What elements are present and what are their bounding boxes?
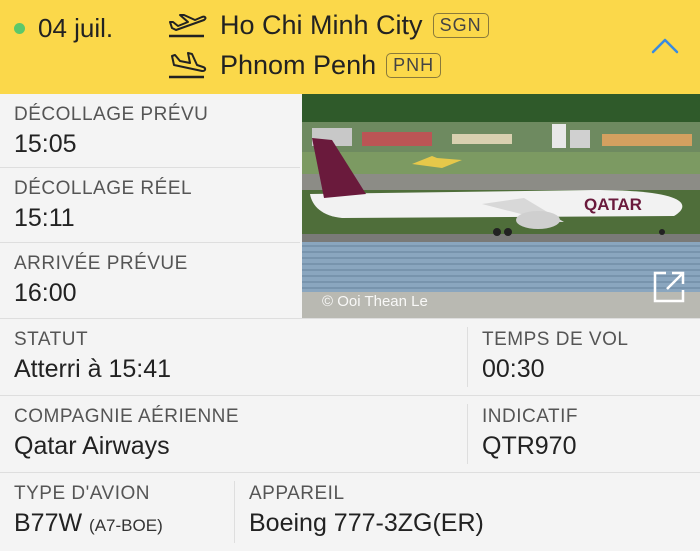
aircraft-row: TYPE D'AVION B77W (A7-BOE) APPAREIL Boei… (0, 472, 700, 551)
flight-header[interactable]: 04 juil. Ho Chi Minh City SGN Phnom Penh… (0, 0, 700, 94)
flight-time-cell: TEMPS DE VOL 00:30 (468, 319, 700, 395)
scheduled-departure-label: DÉCOLLAGE PRÉVU (14, 104, 209, 125)
scheduled-arrival-value: 16:00 (14, 279, 77, 307)
arrival-row: Phnom Penh PNH (166, 50, 442, 81)
arrival-code: PNH (386, 53, 442, 78)
chevron-up-icon[interactable] (650, 36, 680, 56)
aircraft-label: APPAREIL (249, 483, 345, 504)
aircraft-type-cell: TYPE D'AVION B77W (A7-BOE) (0, 473, 235, 551)
flight-date: 04 juil. (38, 13, 114, 43)
departure-city: Ho Chi Minh City (220, 10, 423, 40)
photo-credit: © Ooi Thean Le (322, 293, 428, 310)
status-row: STATUT Atterri à 15:41 TEMPS DE VOL 00:3… (0, 318, 700, 395)
aircraft-type-code: B77W (14, 509, 83, 537)
actual-departure-value: 15:11 (14, 204, 75, 232)
callsign-label: INDICATIF (482, 406, 578, 427)
scheduled-arrival-label: ARRIVÉE PRÉVUE (14, 253, 188, 274)
status-label: STATUT (14, 329, 89, 350)
scheduled-departure: DÉCOLLAGE PRÉVU 15:05 (0, 94, 300, 168)
aircraft-cell: APPAREIL Boeing 777-3ZG(ER) (235, 473, 700, 551)
aircraft-photo-image: QATAR (302, 94, 700, 318)
callsign-cell: INDICATIF QTR970 (468, 396, 700, 472)
scheduled-arrival: ARRIVÉE PRÉVUE 16:00 (0, 243, 300, 318)
status-cell: STATUT Atterri à 15:41 (0, 319, 468, 395)
landing-icon (169, 51, 207, 78)
arrival-city: Phnom Penh (220, 50, 377, 80)
livery-text: QATAR (584, 195, 642, 214)
callsign-value: QTR970 (482, 432, 577, 460)
airline-value: Qatar Airways (14, 432, 170, 460)
takeoff-icon (169, 13, 207, 37)
airline-label: COMPAGNIE AÉRIENNE (14, 406, 240, 427)
actual-departure-label: DÉCOLLAGE RÉEL (14, 178, 193, 199)
departure-row: Ho Chi Minh City SGN (166, 10, 489, 41)
status-dot (14, 23, 25, 34)
aircraft-photo[interactable]: QATAR © Ooi Thean Le (302, 94, 700, 318)
aircraft-registration: (A7-BOE) (89, 516, 163, 535)
flight-time-value: 00:30 (482, 355, 545, 383)
airline-row: COMPAGNIE AÉRIENNE Qatar Airways INDICAT… (0, 395, 700, 472)
departure-code: SGN (432, 13, 489, 38)
airline-cell: COMPAGNIE AÉRIENNE Qatar Airways (0, 396, 468, 472)
actual-departure: DÉCOLLAGE RÉEL 15:11 (0, 168, 300, 243)
flight-time-label: TEMPS DE VOL (482, 329, 629, 350)
aircraft-type-value: B77W (A7-BOE) (14, 509, 221, 538)
status-value: Atterri à 15:41 (14, 355, 172, 383)
aircraft-value: Boeing 777-3ZG(ER) (249, 509, 484, 537)
aircraft-type-label: TYPE D'AVION (14, 483, 150, 504)
open-external-icon[interactable] (652, 270, 686, 304)
scheduled-departure-value: 15:05 (14, 130, 77, 158)
